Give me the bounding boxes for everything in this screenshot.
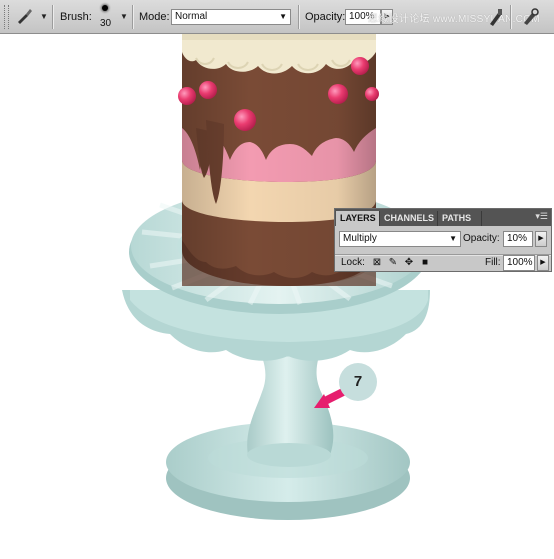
berry <box>178 87 196 105</box>
fill-value: 100% <box>507 257 533 268</box>
separator <box>510 5 512 29</box>
lock-move-icon[interactable]: ✥ <box>403 257 415 269</box>
berry <box>365 87 379 101</box>
blend-mode-value: Multiply <box>343 233 377 244</box>
watermark: 思缘设计论坛 www.MISSYUAN.COM <box>368 14 540 25</box>
mode-select[interactable]: Normal ▼ <box>171 9 291 25</box>
separator <box>298 5 300 29</box>
berry <box>328 84 348 104</box>
canvas-artwork <box>0 0 554 554</box>
lock-label: Lock: <box>341 257 365 268</box>
chevron-down-icon: ▼ <box>279 12 287 21</box>
tab-paths[interactable]: PATHS <box>438 211 482 226</box>
tab-layers[interactable]: LAYERS <box>336 211 380 226</box>
brush-picker-chevron-icon[interactable]: ▼ <box>120 12 128 21</box>
options-bar: ▼ Brush: 30 ▼ Mode: Normal ▼ Opacity: 10… <box>0 0 554 34</box>
layer-opacity-label: Opacity: <box>463 233 500 244</box>
layers-panel: LAYERS CHANNELS PATHS ▾☰ Multiply ▼ Opac… <box>334 208 552 272</box>
mode-value: Normal <box>175 11 208 22</box>
fill-stepper[interactable]: ▶ <box>537 255 549 271</box>
lock-paint-icon[interactable]: ✎ <box>387 257 399 269</box>
tab-channels[interactable]: CHANNELS <box>380 211 438 226</box>
layer-opacity-stepper[interactable]: ▶ <box>535 231 547 247</box>
brush-label: Brush: <box>60 11 92 23</box>
brush-preview[interactable] <box>102 5 108 11</box>
tablet-pressure-icon[interactable] <box>520 7 540 27</box>
panel-menu-icon[interactable]: ▾☰ <box>535 211 548 222</box>
layer-opacity-value: 10% <box>507 233 528 244</box>
berry <box>234 109 256 131</box>
lock-all-icon[interactable]: ■ <box>419 257 431 269</box>
fill-label: Fill: <box>485 257 501 268</box>
chevron-down-icon[interactable]: ▼ <box>40 12 48 21</box>
mode-label: Mode: <box>139 11 170 23</box>
toolbar-grip[interactable] <box>4 5 9 29</box>
separator <box>52 5 54 29</box>
stem-foot <box>247 443 331 467</box>
chevron-down-icon: ▼ <box>449 234 457 243</box>
blend-mode-select[interactable]: Multiply ▼ <box>339 231 461 247</box>
layer-opacity-input[interactable]: 10% <box>503 231 533 247</box>
brush-icon[interactable] <box>14 6 34 26</box>
fill-input[interactable]: 100% <box>503 255 535 271</box>
lock-transparent-icon[interactable]: ⊠ <box>371 257 383 269</box>
separator <box>132 5 134 29</box>
step-number-badge: 7 <box>339 363 377 401</box>
airbrush-icon[interactable] <box>487 7 505 27</box>
cake-stand-illustration <box>122 34 430 520</box>
opacity-label: Opacity: <box>305 11 346 23</box>
brush-size: 30 <box>100 18 112 29</box>
berry <box>199 81 217 99</box>
panel-tabs: LAYERS CHANNELS PATHS ▾☰ <box>335 209 551 226</box>
berry <box>351 57 369 75</box>
